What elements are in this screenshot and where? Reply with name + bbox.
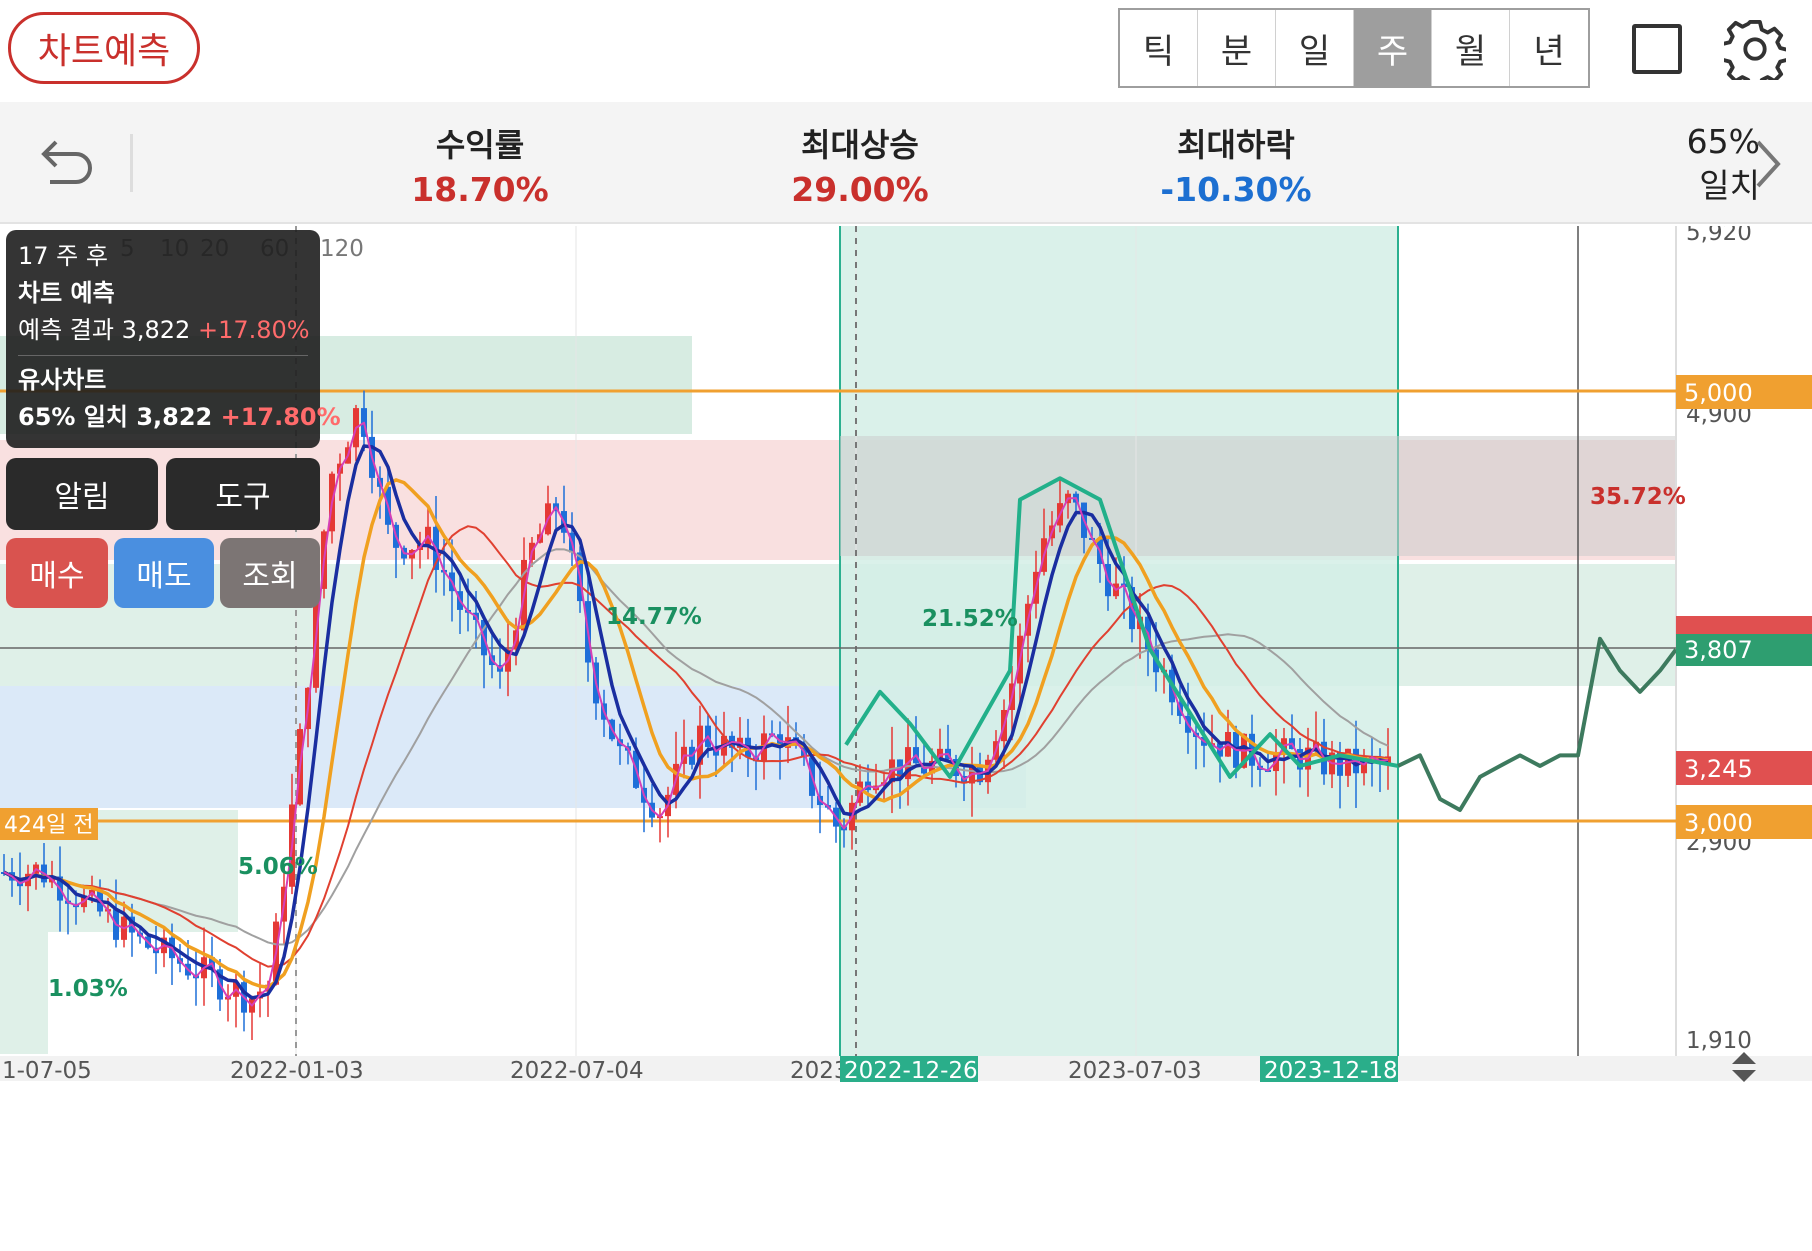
stat-return-value: 18.70% <box>411 170 549 209</box>
match-percent: 65% <box>1686 122 1760 161</box>
weeks-after: 17 주 후 <box>18 242 108 270</box>
alarm-button[interactable]: 알림 <box>6 458 158 530</box>
zone-label-2: 21.52% <box>922 606 1018 632</box>
stat-max-fall-label: 최대하락 <box>1177 126 1295 164</box>
match-label: 일치 <box>1699 166 1760 205</box>
period-tabs: 틱분일주월년 <box>1118 8 1590 88</box>
stat-max-rise-label: 최대상승 <box>801 126 919 164</box>
zone-label-1: 35.72% <box>1590 484 1686 510</box>
zone-label-3: 5.06% <box>238 854 318 880</box>
tag-424-days-ago: 424일 전 <box>4 813 93 838</box>
below-axis-bg <box>0 1081 1812 1251</box>
stat-max-rise: 최대상승 29.00% <box>740 120 980 209</box>
predict-result-row: 예측 결과 3,822 +17.80% <box>18 312 310 349</box>
stat-max-fall: 최대하락 -10.30% <box>1116 120 1356 209</box>
x-label-3: 2023 <box>790 1058 849 1084</box>
divider <box>130 134 133 192</box>
x-label-1: 2022-01-03 <box>230 1058 364 1084</box>
fullscreen-square-icon[interactable] <box>1632 24 1682 74</box>
x-label-2: 2022-07-04 <box>510 1058 644 1084</box>
chevron-right-icon[interactable] <box>1748 136 1788 192</box>
highlight-period <box>840 226 1398 1056</box>
stat-max-rise-value: 29.00% <box>791 170 929 209</box>
gear-icon[interactable] <box>1724 18 1786 80</box>
match-tag-bg <box>1676 616 1812 634</box>
price-tag-3: 3,000 <box>1684 809 1753 837</box>
zone-green-lowest <box>0 932 48 1054</box>
similar-row: 65% 일치 3,822 +17.80% <box>18 399 341 436</box>
zone-label-4: 1.03% <box>48 976 128 1002</box>
price-tag-2: 3,245 <box>1684 755 1753 783</box>
predict-result-value: 3,822 <box>121 316 191 344</box>
stat-return: 수익률 18.70% <box>360 120 600 209</box>
stat-return-label: 수익률 <box>435 126 525 164</box>
view-button[interactable]: 조회 <box>220 538 320 608</box>
period-tab-3[interactable]: 주 <box>1354 10 1432 86</box>
x-label-0: 1-07-05 <box>2 1058 92 1084</box>
stats-bar: 수익률 18.70% 최대상승 29.00% 최대하락 -10.30% 65% … <box>0 102 1812 224</box>
x-label-4: 2023-07-03 <box>1068 1058 1202 1084</box>
overlap-zone <box>840 436 1676 556</box>
ma-legend-120: 120 <box>320 236 364 262</box>
y-tick-0: 5,920 <box>1686 226 1752 246</box>
x-highlight-label-1: 2023-12-18 <box>1264 1058 1398 1084</box>
stat-max-fall-value: -10.30% <box>1160 170 1312 209</box>
period-tab-5[interactable]: 년 <box>1510 10 1588 86</box>
prediction-info-panel: 17 주 후 차트 예측 예측 결과 3,822 +17.80% 유사차트 65… <box>6 230 341 448</box>
similar-value: 3,822 <box>136 403 213 431</box>
period-tab-4[interactable]: 월 <box>1432 10 1510 86</box>
x-highlight-label-0: 2022-12-26 <box>844 1058 978 1084</box>
chart-predict-button[interactable]: 차트예측 <box>8 12 200 84</box>
top-toolbar: 차트예측 틱분일주월년 <box>0 0 1812 100</box>
buy-button[interactable]: 매수 <box>6 538 108 608</box>
similar-pct: +17.80% <box>220 403 341 431</box>
similar-title: 유사차트 <box>18 366 107 394</box>
predict-result-pct: +17.80% <box>197 316 310 344</box>
tool-button[interactable]: 도구 <box>166 458 320 530</box>
divider <box>18 355 308 356</box>
predict-title: 차트 예측 <box>18 279 115 307</box>
sell-button[interactable]: 매도 <box>114 538 214 608</box>
zone-label-0: 14.77% <box>606 604 702 630</box>
price-tag-1: 3,807 <box>1684 636 1753 664</box>
y-tick-3: 1,910 <box>1686 1028 1752 1054</box>
price-tag-0: 5,000 <box>1684 379 1753 407</box>
period-tab-1[interactable]: 분 <box>1198 10 1276 86</box>
predict-result-label: 예측 결과 <box>18 316 114 344</box>
period-tab-0[interactable]: 틱 <box>1120 10 1198 86</box>
similar-match: 65% 일치 <box>18 403 128 431</box>
undo-icon[interactable] <box>36 132 96 192</box>
match-summary: 65% 일치 <box>1620 120 1760 208</box>
period-tab-2[interactable]: 일 <box>1276 10 1354 86</box>
